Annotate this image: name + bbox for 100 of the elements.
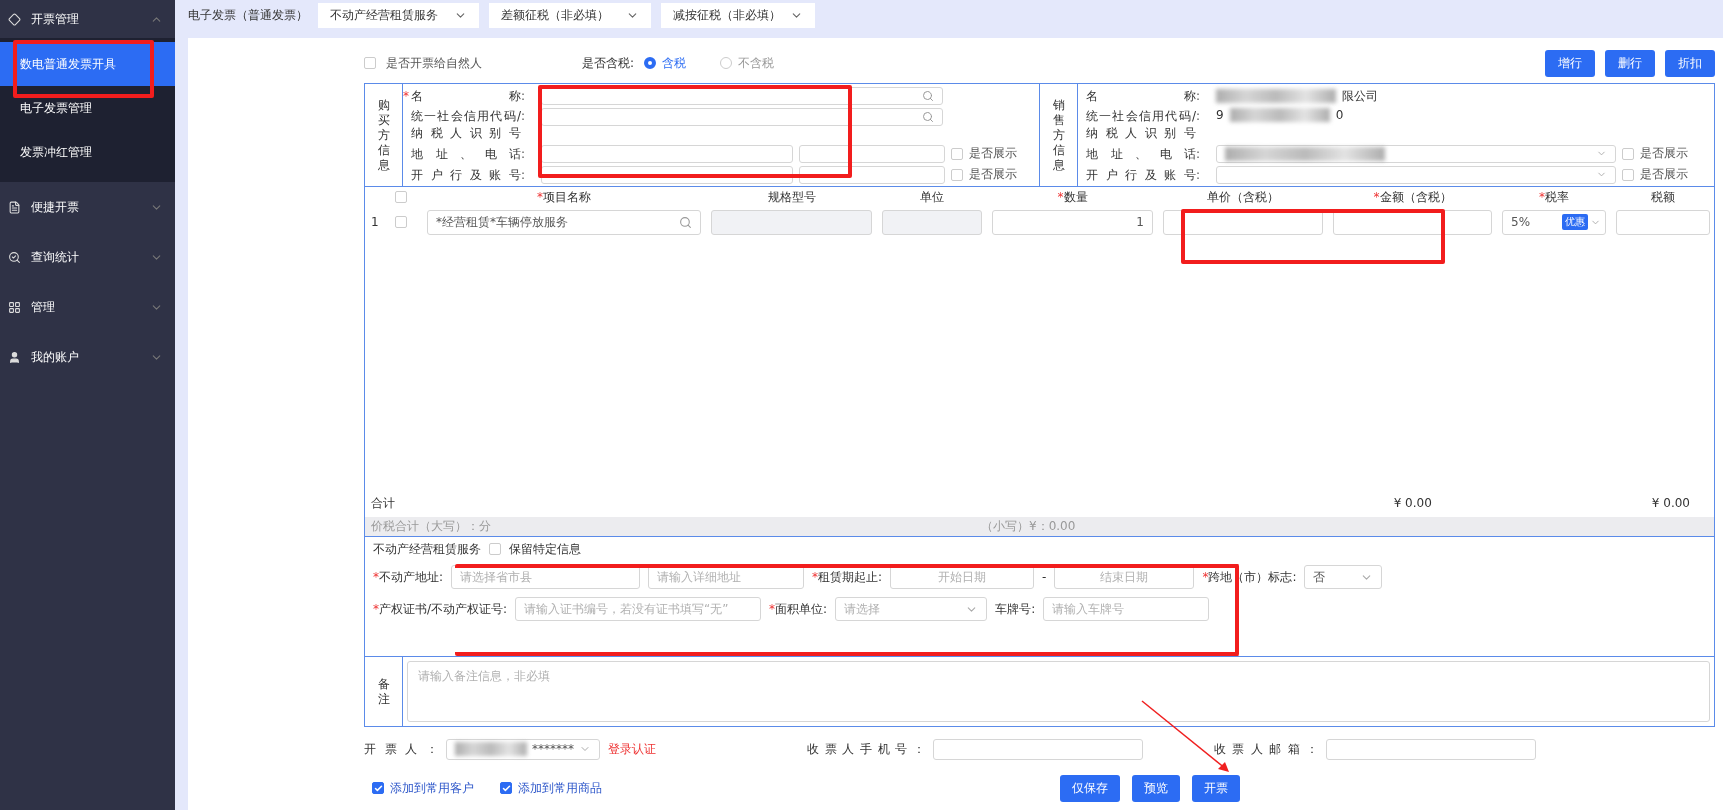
submenu-item[interactable]: 发票冲红管理 [0,130,175,174]
label: 保留特定信息 [509,540,581,558]
field-label: 纳税人识别号 [1086,125,1196,142]
submenu-item[interactable]: 电子发票管理 [0,86,175,130]
search-icon [679,215,692,229]
field-label: 纳税人识别号 [411,125,521,142]
radio-option[interactable]: 不含税 [720,54,775,72]
radio[interactable] [644,57,657,69]
email-field[interactable] [1326,738,1536,760]
menu-item[interactable]: 开票管理 [0,0,175,38]
menu-item[interactable]: 管理 [0,282,175,332]
label: : [1196,89,1202,103]
column-header: *项目名称 [536,188,592,206]
invoice-type-title: 电子发票（普通发票） [188,7,308,24]
total-amount: ¥ 0.00 [1393,496,1432,510]
action-button[interactable]: 仅保存 [1060,774,1120,802]
dropdown[interactable]: 差额征税（非必填） [489,3,651,28]
label: 不动产经营租赁服务 [373,540,481,558]
field-label: 开户行及账号 [1086,166,1196,184]
total-label: 合计 [371,494,395,512]
label: 是否展示 [1640,166,1688,183]
column-header: 单位 [919,188,945,206]
field-label: 开户行及账号 [411,166,521,184]
label: 是否展示 [969,145,1017,162]
label: : [521,167,527,182]
total-tax: ¥ 0.00 [1651,496,1690,510]
row-action-button[interactable]: 折扣 [1665,49,1715,77]
row-action-button[interactable]: 增行 [1545,49,1595,77]
tax-id-field[interactable] [541,108,943,126]
document-icon [8,200,21,214]
search-icon [922,111,934,123]
checkbox[interactable] [951,168,963,181]
checkbox[interactable] [372,782,384,794]
section-label: 备注 [377,676,390,707]
menu-item[interactable]: 我的账户 [0,332,175,382]
seller-name: 限公司 [1342,87,1378,105]
radio-option[interactable]: 含税 [644,54,687,72]
dropdown[interactable] [1216,144,1616,163]
label: : [1196,109,1202,123]
label: 是否展示 [1640,145,1688,162]
row-action-button[interactable]: 删行 [1605,49,1655,77]
buyer-name-field[interactable] [541,87,943,105]
label: *租赁期起止: [812,568,883,586]
input-field[interactable] [799,144,945,163]
column-header: *金额（含税） [1372,188,1453,206]
checkbox[interactable] [951,147,963,160]
label: 是否含税: [582,54,635,72]
sum-in-figures: （小写）¥：0.00 [981,518,1076,535]
label: 添加到常用商品 [518,779,602,797]
phone-field[interactable] [933,738,1143,760]
dropdown[interactable] [1216,165,1616,184]
label: 添加到常用客户 [390,779,474,797]
action-button[interactable]: 预览 [1132,774,1180,802]
tax-id: 0 [1335,108,1344,122]
checkbox[interactable] [364,57,376,69]
label: - [1042,570,1047,584]
checkbox[interactable] [1622,147,1634,160]
label: : [521,146,527,161]
dropdown[interactable]: 减按征税（非必填） [661,3,815,28]
tax-amount-field[interactable] [1616,209,1710,235]
label: 车牌号: [995,600,1036,618]
dropdown[interactable]: 不动产经营租赁服务 [318,3,479,28]
row-number: 1 [371,215,380,229]
field-label: 统一社会信用代码/ [1086,108,1196,125]
label: *跨地（市）标志: [1202,568,1297,586]
checkbox[interactable] [500,782,512,794]
input-field[interactable] [541,144,793,163]
label: : [521,89,527,103]
item-name-field[interactable]: *经营租赁*车辆停放服务 [427,209,701,235]
menu-item[interactable]: 便捷开票 [0,182,175,232]
dropdown[interactable]: 否 [1304,565,1383,589]
field-label: 开票人： [364,741,438,758]
submenu-item[interactable]: 数电普通发票开具 [0,42,175,86]
action-button[interactable]: 开票 [1192,774,1240,802]
checkbox[interactable] [489,543,501,555]
checkbox[interactable] [395,191,407,203]
column-header: 税额 [1650,188,1676,206]
label: *产权证书/不动产权证号: [373,600,508,618]
tax-id: 9 [1216,108,1224,122]
label: : [521,109,527,123]
column-header: 单价（含税） [1206,188,1280,206]
checkbox[interactable] [1622,168,1634,181]
issuer-dropdown[interactable]: ******* [446,738,600,760]
field-label: 名称 [411,88,521,105]
discount-badge: 优惠 [1562,214,1588,230]
field-label: 收票人手机号： [807,741,925,758]
field-label: 统一社会信用代码/ [411,108,521,125]
checkbox[interactable] [395,216,407,228]
sum-in-words: 价税合计（大写）：分 [371,518,491,535]
label: : [1196,146,1202,161]
tax-rate-dropdown[interactable]: 5% 优惠 [1502,209,1606,235]
section-label: 购买方信息 [377,97,390,173]
column-header: *数量 [1056,188,1089,206]
quantity-field[interactable]: 1 [992,209,1153,235]
search-icon [8,250,21,264]
label: 是否开票给自然人 [386,54,482,72]
input-field[interactable] [799,165,945,184]
menu-item[interactable]: 查询统计 [0,232,175,282]
field-label: 地址、电话 [411,145,521,163]
grid-icon [8,300,21,314]
